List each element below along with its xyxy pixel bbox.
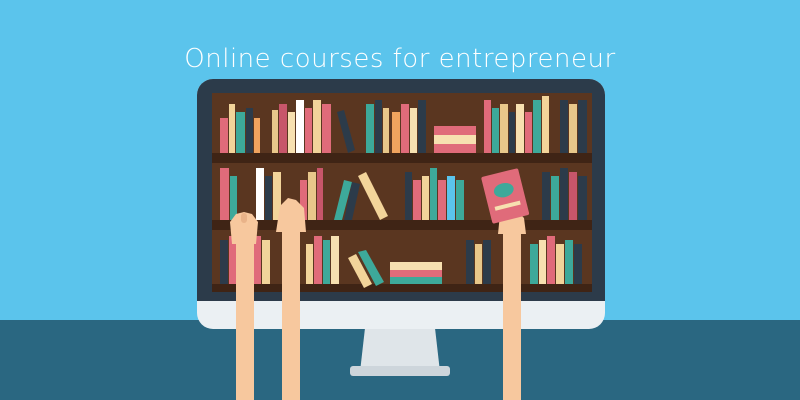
illustration-stage: Online courses for entrepreneur [0, 0, 800, 400]
monitor-scene [197, 79, 605, 400]
shelf-plank-3 [212, 284, 592, 292]
monitor-stand [350, 328, 450, 376]
right-arm [503, 228, 521, 400]
bookshelf-illustration [212, 93, 592, 292]
middle-arm [282, 224, 300, 400]
shelf-plank-2 [212, 220, 592, 230]
left-arm [236, 238, 254, 400]
shelf-plank-1 [212, 153, 592, 163]
